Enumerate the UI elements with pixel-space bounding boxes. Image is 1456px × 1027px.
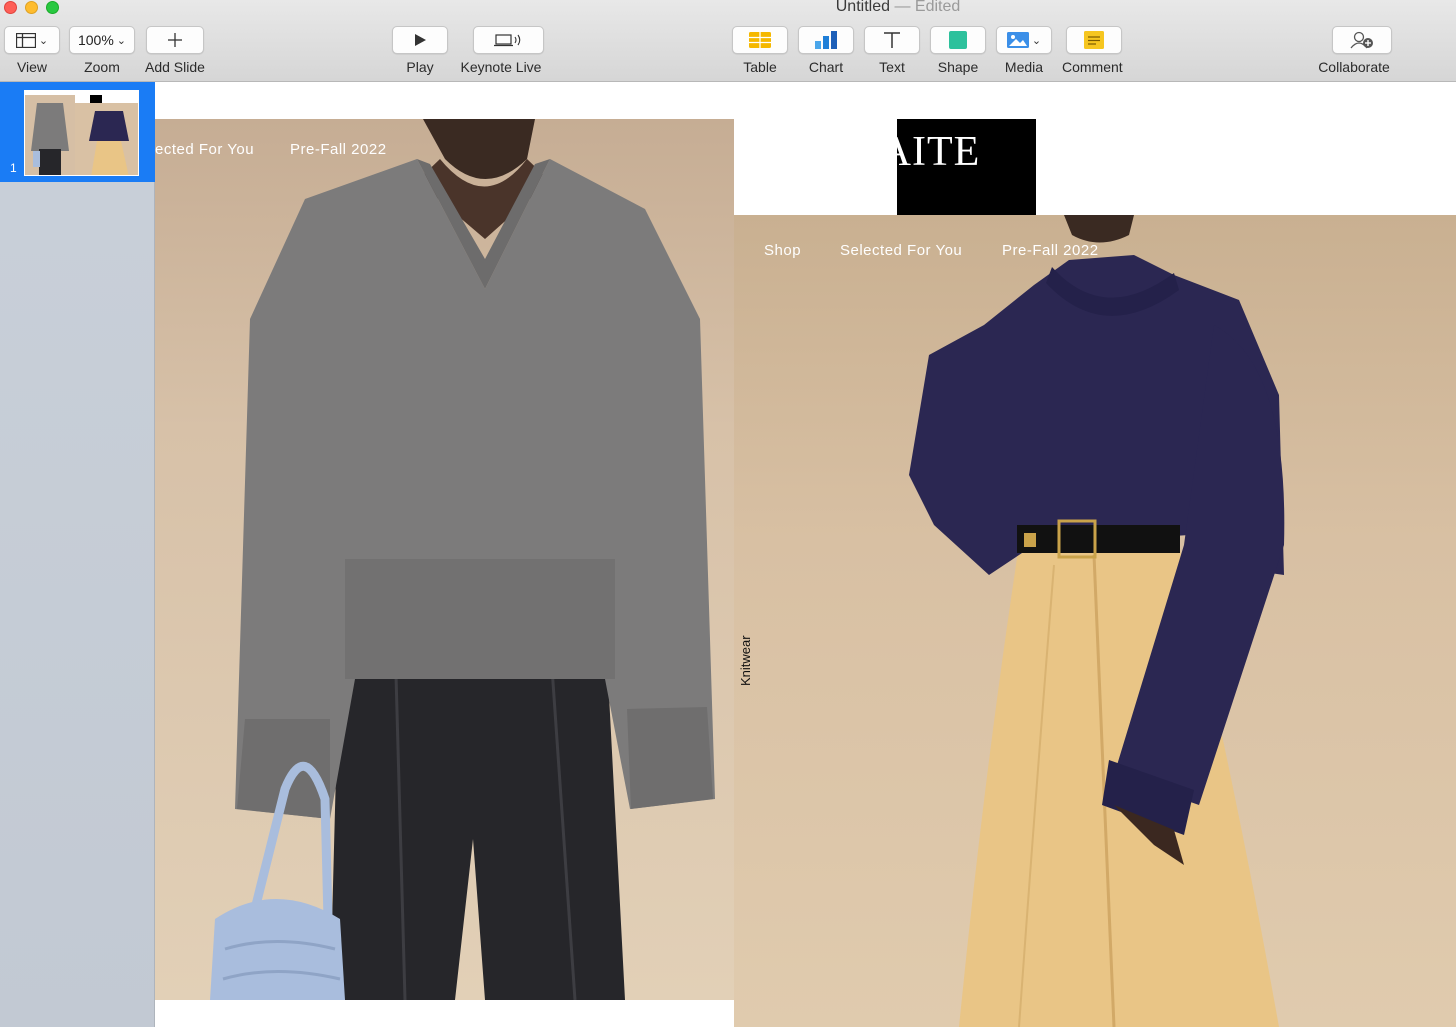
image1-nav-pre-fall: Pre-Fall 2022: [290, 141, 387, 158]
toolbar-collaborate[interactable]: Collaborate: [1316, 26, 1392, 75]
comment-button[interactable]: [1066, 26, 1123, 54]
chevron-down-icon: ⌄: [1031, 34, 1042, 47]
slide-image-grey-sweater[interactable]: [155, 119, 734, 1000]
plus-icon: [167, 33, 182, 47]
slide-thumbnail-selected[interactable]: 1: [0, 82, 155, 182]
slide-navigator: 1: [0, 82, 155, 1027]
table-label: Table: [743, 59, 777, 75]
sidebar-layout-icon: [15, 32, 36, 48]
image2-nav-pre-fall: Pre-Fall 2022: [1002, 242, 1099, 259]
add-slide-label: Add Slide: [145, 59, 205, 75]
comment-note-icon: [1084, 31, 1105, 49]
toolbar-chart[interactable]: Chart: [798, 26, 854, 75]
play-label: Play: [406, 59, 434, 75]
text-button[interactable]: [864, 26, 920, 54]
add-slide-button[interactable]: [145, 26, 204, 54]
minimize-window-button[interactable]: [25, 1, 38, 14]
window-toolbar: Untitled — Edited ⌄ View 100% ⌄ Zoom Add…: [0, 0, 1456, 82]
grey-sweater-photo: [210, 119, 715, 1000]
play-button[interactable]: [392, 26, 448, 54]
view-button[interactable]: ⌄: [4, 26, 60, 54]
window-controls: [4, 1, 59, 14]
view-label: View: [16, 59, 48, 75]
knitwear-vertical-label: Knitwear: [738, 635, 753, 686]
toolbar-text[interactable]: Text: [864, 26, 920, 75]
shape-label: Shape: [937, 59, 979, 75]
collaborate-button[interactable]: [1332, 26, 1392, 54]
chart-button[interactable]: [798, 26, 854, 54]
toolbar-zoom[interactable]: 100% ⌄ Zoom: [69, 26, 135, 75]
slide-image-navy-sweater[interactable]: [734, 215, 1456, 1027]
bar-chart-icon: [815, 31, 837, 49]
khaite-logo: KHAITE: [818, 129, 981, 175]
image2-nav-selected-for-you: Selected For You: [840, 242, 963, 259]
text-box-icon: [884, 32, 900, 48]
table-button[interactable]: [732, 26, 788, 54]
image1-nav-selected-for-you: ected For You: [155, 141, 255, 158]
chevron-down-icon: ⌄: [38, 34, 49, 47]
zoom-label: Zoom: [84, 59, 120, 75]
toolbar-view[interactable]: ⌄ View: [4, 26, 60, 75]
toolbar-shape[interactable]: Shape: [930, 26, 986, 75]
slide-number: 1: [10, 161, 17, 175]
photo-icon: [1006, 32, 1029, 48]
shape-square-icon: [949, 31, 967, 49]
image2-nav-shop: Shop: [764, 242, 802, 259]
document-status: Edited: [914, 0, 961, 15]
media-button[interactable]: ⌄: [996, 26, 1052, 54]
media-label: Media: [1004, 59, 1044, 75]
toolbar-keynote-live[interactable]: Keynote Live: [458, 26, 544, 75]
chart-label: Chart: [808, 59, 844, 75]
add-person-icon: [1350, 31, 1373, 49]
toolbar-comment[interactable]: Comment: [1062, 26, 1123, 75]
toolbar-play[interactable]: Play: [392, 26, 448, 75]
play-icon: [415, 34, 426, 46]
zoom-select[interactable]: 100% ⌄: [69, 26, 135, 54]
title-separator: —: [894, 0, 911, 15]
slide-thumbnail-preview: [25, 95, 138, 175]
broadcast-screen-icon: [493, 34, 520, 47]
comment-label: Comment: [1062, 59, 1123, 75]
collaborate-label: Collaborate: [1318, 59, 1390, 75]
shape-button[interactable]: [930, 26, 986, 54]
document-title: Untitled — Edited: [0, 0, 1456, 16]
text-label: Text: [879, 59, 905, 75]
navy-sweater-photo: [909, 215, 1285, 1027]
chevron-down-icon: ⌄: [116, 34, 127, 47]
close-window-button[interactable]: [4, 1, 17, 14]
toolbar-table[interactable]: Table: [732, 26, 788, 75]
keynote-live-label: Keynote Live: [460, 59, 542, 75]
toolbar-add-slide[interactable]: Add Slide: [145, 26, 205, 75]
table-icon: [749, 32, 771, 48]
document-name: Untitled: [835, 0, 890, 15]
slide-thumbnail[interactable]: [24, 90, 139, 176]
keynote-live-button[interactable]: [473, 26, 544, 54]
toolbar-media[interactable]: ⌄ Media: [996, 26, 1052, 75]
zoom-value: 100%: [77, 32, 114, 48]
zoom-window-button[interactable]: [46, 1, 59, 14]
